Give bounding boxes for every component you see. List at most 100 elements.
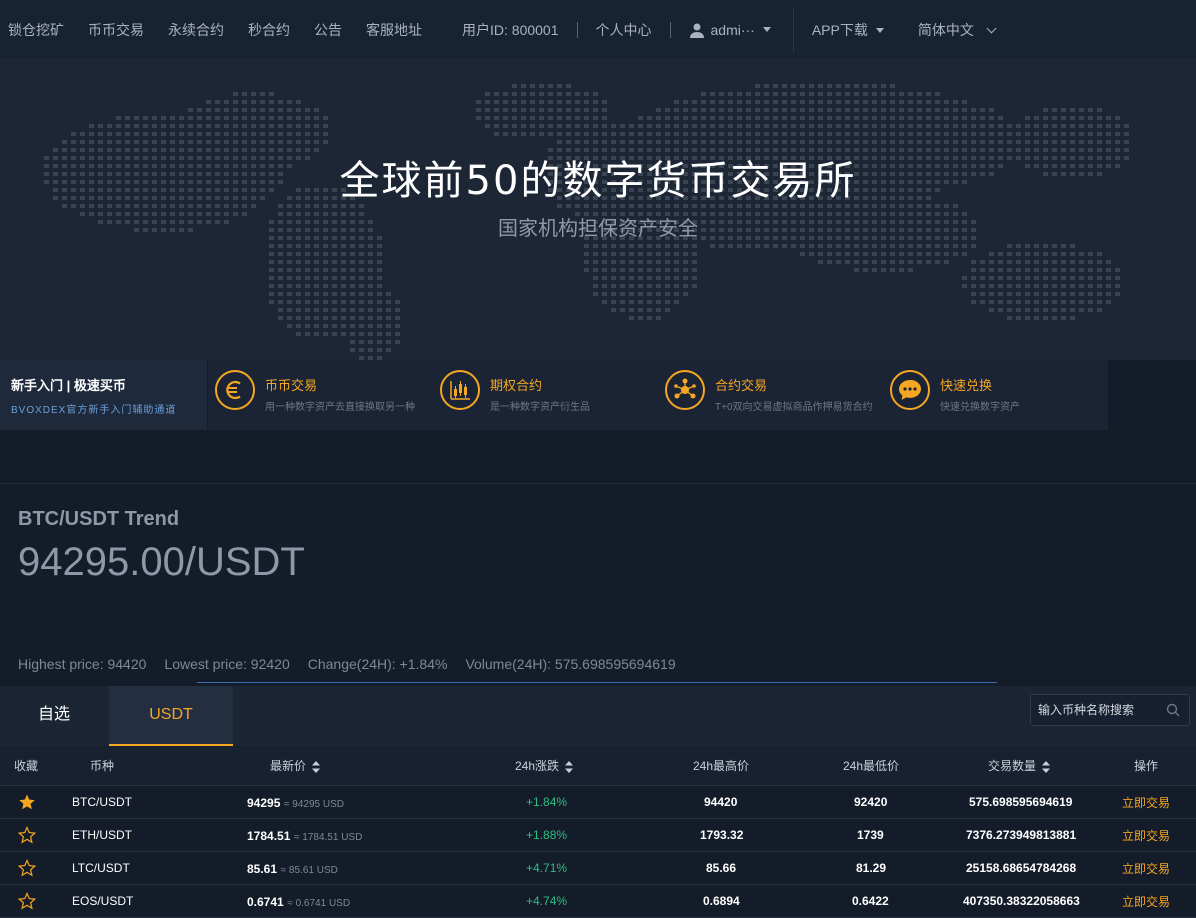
star-outline-icon[interactable] [18,826,36,844]
newbie-subtitle: BVOXDEX官方新手入门辅助通道 [11,405,177,416]
top-nav: 锁仓挖矿 币币交易 永续合约 秒合约 公告 客服地址 用户ID: 800001 … [0,0,1196,60]
tab-favorites[interactable]: 自选 [0,686,108,746]
app-download-menu[interactable]: APP下载 [812,20,884,40]
stat-change: Change(24H): +1.84% [307,656,448,672]
feature-spot-trading[interactable]: 币币交易 用一种数字资产去直接换取另一种 [208,360,433,430]
high-24h: 0.6894 [703,894,740,908]
newbie-guide[interactable]: 新手入门 | 极速买币 BVOXDEX官方新手入门辅助通道 [0,360,208,430]
nav-item-announcements[interactable]: 公告 [314,20,342,40]
table-row[interactable]: EOS/USDT 0.6741 ≈ 0.6741 USD +4.74% 0.68… [0,885,1196,918]
user-menu[interactable]: admi··· [689,22,771,38]
tab-usdt[interactable]: USDT [109,686,233,746]
nav-divider [576,21,578,38]
volume: 407350.38322058663 [963,894,1080,908]
banner-title: 全球前50的数字货币交易所 [339,158,857,204]
pair-name: LTC/USDT [72,861,130,875]
trend-title: BTC/USDT Trend [18,508,180,530]
last-price: 85.61 [247,861,278,876]
nav-item-second-contract[interactable]: 秒合约 [248,20,290,40]
feature-options[interactable]: 期权合约 是一种数字资产衍生品 [433,360,658,430]
trade-now-link[interactable]: 立即交易 [1122,827,1170,844]
trend-line [197,682,997,683]
trend-price: 94295.00/USDT [18,540,305,584]
nav-item-spot-trading[interactable]: 币币交易 [88,20,144,40]
stat-low: Lowest price: 92420 [164,656,290,672]
feature-title: 币币交易 [265,378,318,393]
table-row[interactable]: ETH/USDT 1784.51 ≈ 1784.51 USD +1.88% 17… [0,819,1196,852]
pair-name: ETH/USDT [72,828,132,842]
feature-desc: T+0双向交易虚拟商品作押易货合约 [715,402,873,413]
table-row[interactable]: LTC/USDT 85.61 ≈ 85.61 USD +4.71% 85.66 … [0,852,1196,885]
nav-item-lock-mining[interactable]: 锁仓挖矿 [8,20,64,40]
nav-item-perpetual[interactable]: 永续合约 [168,20,224,40]
world-map-image [44,84,1129,360]
table-header: 收藏 币种 最新价 24h涨跌 24h最高价 24h最低价 交易数量 操作 [0,746,1196,786]
high-24h: 85.66 [706,861,737,875]
header-last-price-label: 最新价 [270,759,307,773]
feature-desc: 快速兑换数字资产 [940,402,1020,413]
feature-strip: 新手入门 | 极速买币 BVOXDEX官方新手入门辅助通道 币币交易 用一种数字… [0,360,1108,430]
section-divider [0,483,1196,484]
volume: 575.698595694619 [969,795,1073,809]
table-row[interactable]: BTC/USDT 94295 ≈ 94295 USD +1.84% 94420 … [0,786,1196,819]
newbie-title: 新手入门 | 极速买币 [11,378,126,393]
market-tabs: 自选 USDT [0,686,1196,746]
euro-icon [215,370,255,410]
feature-desc: 是一种数字资产衍生品 [490,402,590,413]
feature-title: 期权合约 [490,378,543,393]
volume: 7376.273949813881 [966,828,1077,842]
star-outline-icon[interactable] [18,892,36,910]
nav-divider [792,6,794,53]
user-id: 用户ID: 800001 [462,21,559,38]
usd-price: ≈ 85.61 USD [280,864,338,876]
usd-price: ≈ 0.6741 USD [287,897,351,909]
usd-price: ≈ 94295 USD [284,798,344,810]
trade-now-link[interactable]: 立即交易 [1122,794,1170,811]
chat-icon [890,370,930,410]
caret-down-icon [762,27,771,32]
header-action: 操作 [1134,759,1159,773]
hero-banner: 全球前50的数字货币交易所 国家机构担保资产安全 [0,60,1196,360]
last-price: 94295 [247,795,281,810]
header-change-label: 24h涨跌 [515,759,560,773]
volume: 25158.68654784268 [966,861,1077,875]
change-24h: +4.74% [526,894,568,908]
header-volume-label: 交易数量 [988,759,1037,773]
username: admi··· [710,21,755,38]
network-icon [665,370,705,410]
last-price: 0.6741 [247,894,284,909]
header-volume[interactable]: 交易数量 [988,757,1051,774]
language-select[interactable]: 简体中文 [917,20,997,40]
trade-now-link[interactable]: 立即交易 [1122,860,1170,877]
last-price: 1784.51 [247,828,291,843]
star-filled-icon[interactable] [18,793,36,811]
trade-now-link[interactable]: 立即交易 [1122,893,1170,910]
stat-volume: Volume(24H): 575.698595694619 [465,656,676,672]
nav-divider [669,21,671,38]
change-24h: +4.71% [526,861,568,875]
feature-quick-exchange[interactable]: 快速兑换 快速兑换数字资产 [883,360,1108,430]
app-download-label: APP下载 [811,21,868,38]
personal-center-link[interactable]: 个人中心 [596,20,652,40]
sort-icon [565,760,574,773]
stat-high: Highest price: 94420 [18,656,147,672]
header-high: 24h最高价 [693,759,750,773]
header-last-price[interactable]: 最新价 [270,757,321,774]
feature-desc: 用一种数字资产去直接换取另一种 [265,402,415,413]
banner-subtitle: 国家机构担保资产安全 [498,218,698,240]
low-24h: 81.29 [856,861,887,875]
header-low: 24h最低价 [843,759,900,773]
sort-icon [312,760,321,773]
user-icon [689,23,704,38]
chevron-down-icon [986,23,997,33]
search-icon[interactable] [1166,703,1180,717]
language-label: 简体中文 [917,21,974,38]
header-change[interactable]: 24h涨跌 [515,757,574,774]
low-24h: 1739 [857,828,884,842]
header-pair: 币种 [90,759,115,773]
search-input[interactable] [1031,695,1161,725]
nav-item-support[interactable]: 客服地址 [366,20,422,40]
star-outline-icon[interactable] [18,859,36,877]
trend-stats: Highest price: 94420 Lowest price: 92420… [18,656,694,672]
feature-contract[interactable]: 合约交易 T+0双向交易虚拟商品作押易货合约 [658,360,883,430]
